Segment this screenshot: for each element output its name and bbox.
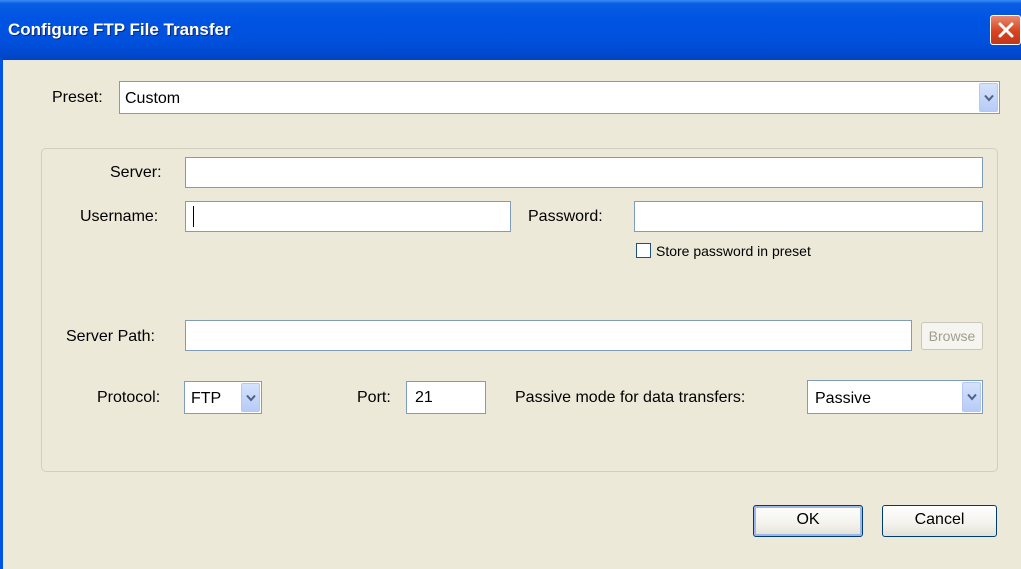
title-bar[interactable]: Configure FTP File Transfer [0, 0, 1021, 60]
passive-mode-label: Passive mode for data transfers: [515, 389, 746, 406]
passive-mode-dropdown-arrow[interactable] [962, 382, 981, 412]
server-path-label: Server Path: [66, 328, 155, 345]
close-button[interactable] [990, 15, 1021, 45]
connection-settings-group [41, 148, 998, 472]
server-path-input[interactable] [185, 320, 912, 351]
passive-mode-dropdown[interactable]: Passive [807, 380, 983, 414]
password-label: Password: [528, 208, 603, 225]
protocol-dropdown[interactable]: FTP [184, 381, 262, 414]
port-value: 21 [415, 389, 433, 406]
preset-label: Preset: [52, 89, 103, 106]
cancel-button[interactable]: Cancel [882, 505, 997, 537]
preset-dropdown[interactable]: Custom [119, 81, 1000, 114]
close-icon [998, 22, 1014, 38]
chevron-down-icon [967, 393, 977, 401]
username-label: Username: [80, 208, 159, 225]
text-caret [193, 206, 194, 227]
window-title: Configure FTP File Transfer [8, 20, 231, 39]
ok-button[interactable]: OK [753, 505, 863, 537]
chevron-down-icon [246, 394, 256, 402]
server-label: Server: [110, 164, 162, 181]
preset-dropdown-arrow[interactable] [979, 83, 998, 112]
window-frame-left [0, 60, 3, 569]
store-password-checkbox[interactable] [636, 243, 651, 258]
store-password-label[interactable]: Store password in preset [656, 243, 811, 259]
password-input[interactable] [634, 201, 983, 232]
username-input[interactable] [185, 201, 511, 232]
protocol-label: Protocol: [97, 389, 161, 406]
chevron-down-icon [984, 94, 994, 102]
port-input[interactable]: 21 [406, 381, 486, 414]
passive-mode-value: Passive [815, 390, 872, 407]
port-label: Port: [357, 389, 391, 406]
server-input[interactable] [185, 157, 983, 188]
protocol-dropdown-arrow[interactable] [241, 383, 260, 412]
protocol-value: FTP [191, 390, 222, 407]
browse-button[interactable]: Browse [921, 322, 983, 350]
preset-value: Custom [125, 90, 181, 107]
